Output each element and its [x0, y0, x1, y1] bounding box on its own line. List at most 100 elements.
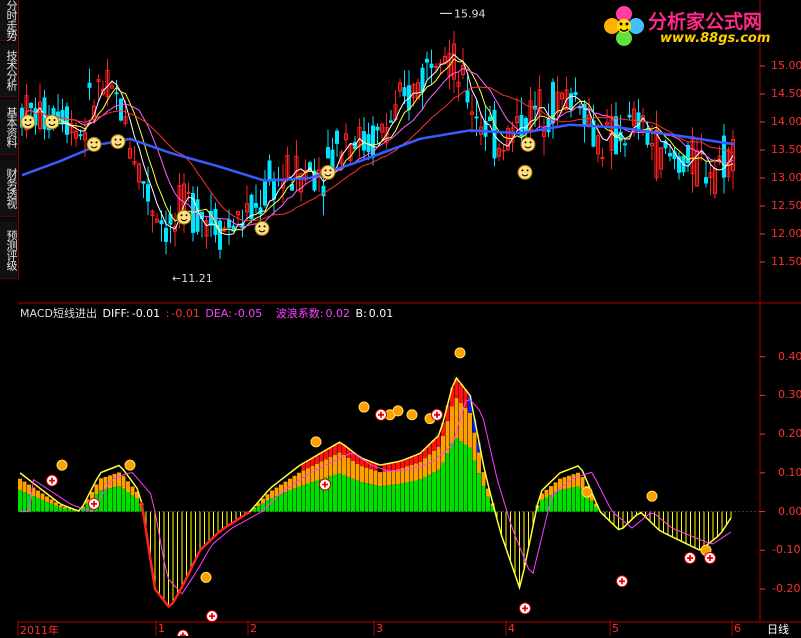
candle-body — [196, 200, 199, 231]
macd-bar — [405, 467, 409, 483]
candle-body — [376, 127, 379, 130]
macd-bar — [396, 484, 400, 511]
tab-forecast-rating[interactable]: 预测评级 — [0, 222, 17, 279]
macd-bar — [441, 436, 445, 463]
macd-bar — [423, 477, 427, 512]
macd-bar — [401, 483, 405, 511]
left-tab-bar: 分时走势 技术分析 基本资料 财务透视 预测评级 — [0, 0, 19, 280]
candle-body — [403, 88, 406, 96]
orange-ball-icon — [647, 491, 657, 501]
macd-bar — [266, 494, 270, 500]
macd-bar — [549, 486, 553, 495]
macd-bar — [360, 466, 364, 482]
date-tick-label: 6 — [734, 622, 741, 635]
macd-bar — [374, 471, 378, 485]
macd-bar — [324, 459, 328, 477]
macd-tick-label: 0.10 — [778, 466, 801, 479]
date-axis: 2011年123456 — [0, 622, 801, 636]
macd-bar — [441, 463, 445, 512]
macd-bar — [279, 494, 283, 511]
dea-prefix: -0.01 — [171, 307, 199, 320]
macd-bar — [558, 490, 562, 511]
macd-bar — [459, 441, 463, 511]
macd-bar — [378, 472, 382, 486]
macd-bar — [572, 474, 576, 487]
macd-bar — [387, 463, 391, 470]
macd-bar — [99, 490, 103, 512]
orange-ball-icon — [125, 460, 135, 470]
price-tick-label: 14.50 — [771, 87, 801, 100]
macd-bar — [351, 479, 355, 512]
smiley-icon — [87, 137, 101, 151]
low-price-label: ←11.21 — [172, 272, 213, 285]
macd-bar — [50, 504, 54, 512]
logo-url: www.88gs.com — [660, 31, 770, 46]
coef-value: 0.02 — [326, 307, 351, 320]
macd-bar — [464, 445, 468, 512]
macd-bar — [108, 488, 112, 511]
macd-bar — [428, 475, 432, 512]
macd-bar — [54, 506, 58, 512]
macd-bar — [113, 487, 117, 511]
smiley-icon — [521, 137, 535, 151]
dea-label: DEA: — [205, 307, 231, 320]
tab-fundamentals[interactable]: 基本资料 — [0, 100, 17, 155]
orange-ball-icon — [407, 410, 417, 420]
macd-bar — [59, 507, 63, 511]
macd-bar — [369, 484, 373, 511]
macd-bar — [90, 492, 94, 499]
tab-time-trend[interactable]: 分时走势 — [0, 0, 17, 41]
macd-bar — [18, 479, 22, 491]
smiley-icon — [45, 115, 59, 129]
smiley-eye — [96, 141, 98, 143]
candle-body — [160, 221, 163, 224]
macd-bar — [270, 491, 274, 498]
macd-bar — [131, 486, 135, 495]
date-tick-label: 1 — [158, 622, 165, 635]
orange-ball-icon — [311, 437, 321, 447]
price-tick-label: 15.00 — [771, 59, 801, 72]
macd-bar — [329, 457, 333, 476]
period-label[interactable]: 日线 — [767, 621, 789, 637]
price-tick-label: 13.50 — [771, 143, 801, 156]
macd-bar — [383, 486, 387, 512]
macd-bar — [396, 462, 400, 469]
macd-bar — [311, 466, 315, 482]
macd-bar — [27, 485, 31, 495]
macd-bar — [567, 488, 571, 511]
macd-bar — [311, 482, 315, 512]
macd-bar — [333, 455, 337, 475]
macd-bar — [351, 461, 355, 479]
candle-body — [435, 66, 438, 67]
macd-bar — [135, 499, 139, 512]
macd-bar — [36, 498, 40, 512]
candle-body — [624, 144, 627, 145]
smiley-eye — [264, 225, 266, 227]
orange-ball-icon — [57, 460, 67, 470]
macd-tick-label: -0.20 — [772, 582, 800, 595]
site-logo: 分析家公式网 www.88gs.com — [600, 2, 800, 50]
macd-bar — [365, 483, 369, 511]
macd-header: MACD短线进出 DIFF:-0.01 :-0.01 DEA:-0.05 波浪系… — [20, 305, 395, 321]
macd-bar — [95, 484, 99, 494]
macd-bar — [356, 481, 360, 512]
macd-bar — [468, 448, 472, 512]
smiley-eye — [54, 119, 56, 121]
macd-tick-label: 0.20 — [778, 427, 801, 440]
macd-bar — [122, 489, 126, 512]
macd-bar — [32, 496, 36, 512]
tab-financials[interactable]: 财务透视 — [0, 160, 17, 217]
macd-bar — [284, 492, 288, 511]
macd-bar — [554, 493, 558, 512]
macd-bar — [293, 476, 297, 489]
macd-bar — [392, 485, 396, 512]
macd-bar — [131, 495, 135, 511]
orange-ball-icon — [201, 572, 211, 582]
macd-bar — [45, 496, 49, 501]
candle-body — [264, 182, 267, 205]
tab-technical-analysis[interactable]: 技术分析 — [0, 44, 17, 97]
macd-bar — [122, 476, 126, 489]
high-price-label: 15.94 — [454, 7, 486, 20]
macd-bar — [545, 497, 549, 511]
candle-body — [367, 135, 370, 152]
